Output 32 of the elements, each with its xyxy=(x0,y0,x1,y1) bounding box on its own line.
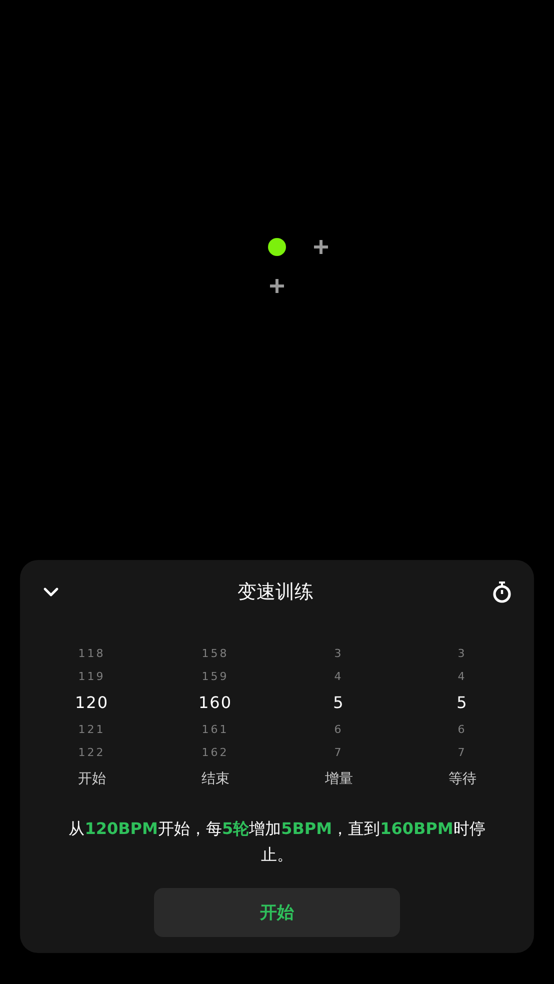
picker-value[interactable]: 6 xyxy=(458,718,467,741)
picker-value[interactable]: 3 xyxy=(334,642,344,665)
summary-text: 从120BPM开始，每5轮增加5BPM，直到160BPM时停止。 xyxy=(68,818,486,866)
picker-label: 增量 xyxy=(324,770,353,788)
picker-value[interactable]: 159 xyxy=(202,665,229,688)
picker-value[interactable]: 5 xyxy=(333,688,344,718)
picker-value[interactable]: 6 xyxy=(334,718,344,741)
picker-label: 开始 xyxy=(78,770,106,788)
add-icon[interactable] xyxy=(269,278,285,294)
picker-value[interactable]: 4 xyxy=(458,665,467,688)
stopwatch-icon[interactable] xyxy=(492,581,512,603)
start-button[interactable]: 开始 xyxy=(154,888,400,937)
picker-value[interactable]: 119 xyxy=(78,665,106,688)
picker-value[interactable]: 161 xyxy=(202,718,229,741)
sheet-title: 变速训练 xyxy=(238,580,314,605)
picker-value[interactable]: 160 xyxy=(198,688,232,718)
picker-value[interactable]: 120 xyxy=(74,688,109,718)
picker-label: 等待 xyxy=(448,770,476,788)
picker-value[interactable]: 5 xyxy=(456,688,468,718)
picker-value[interactable]: 121 xyxy=(78,718,106,741)
add-icon[interactable] xyxy=(313,239,329,255)
picker-label: 结束 xyxy=(201,770,230,788)
picker-value[interactable]: 158 xyxy=(202,642,229,665)
beat-dot[interactable] xyxy=(268,238,286,256)
picker-value[interactable]: 4 xyxy=(334,665,344,688)
picker-value[interactable]: 7 xyxy=(458,741,467,764)
picker-value[interactable]: 3 xyxy=(458,642,467,665)
picker-value[interactable]: 7 xyxy=(334,741,344,764)
picker-value[interactable]: 118 xyxy=(78,642,106,665)
picker-value[interactable]: 122 xyxy=(78,741,106,764)
picker-value[interactable]: 162 xyxy=(202,741,229,764)
chevron-down-icon[interactable] xyxy=(43,587,59,597)
